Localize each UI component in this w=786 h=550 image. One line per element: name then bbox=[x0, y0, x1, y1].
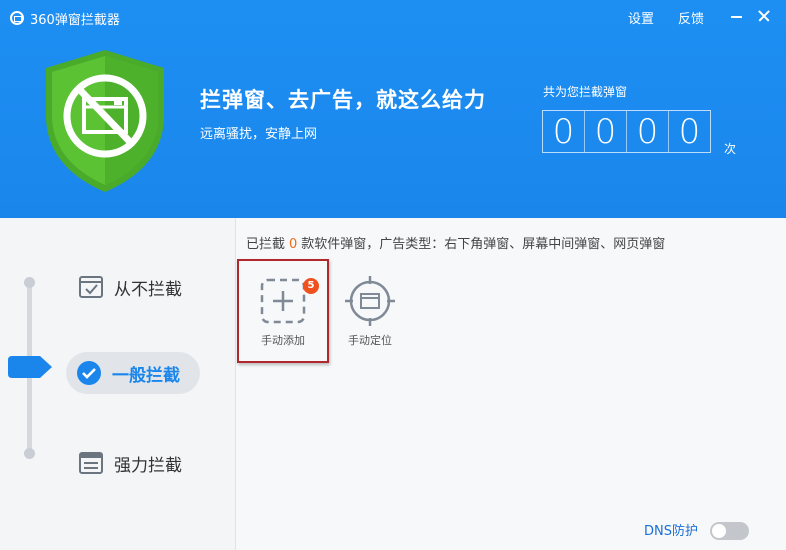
slider-pointer-icon[interactable] bbox=[8, 356, 52, 378]
main-panel: 已拦截 0 款软件弹窗，广告类型：右下角弹窗、屏幕中间弹窗、网页弹窗 5 手动添加 … bbox=[236, 218, 786, 550]
feedback-link[interactable]: 反馈 bbox=[678, 8, 704, 27]
mode-label: 强力拦截 bbox=[114, 455, 182, 476]
settings-link[interactable]: 设置 bbox=[628, 8, 654, 27]
counter-digit: 0 bbox=[627, 111, 669, 152]
mode-sidebar: 从不拦截 一般拦截 强力拦截 bbox=[0, 218, 236, 550]
block-counter: 0 0 0 0 bbox=[542, 110, 711, 153]
counter-digit: 0 bbox=[585, 111, 627, 152]
mode-strong-block[interactable]: 强力拦截 bbox=[78, 450, 182, 476]
summary-suffix: 款软件弹窗，广告类型：右下角弹窗、屏幕中间弹窗、网页弹窗 bbox=[301, 237, 666, 252]
manual-add-button[interactable]: 5 手动添加 bbox=[243, 264, 323, 354]
subline: 远离骚扰，安静上网 bbox=[200, 127, 318, 142]
counter-label: 共为您拦截弹窗 bbox=[543, 85, 628, 99]
mode-label: 一般拦截 bbox=[112, 365, 180, 386]
dashed-plus-icon bbox=[260, 278, 306, 324]
counter-digit: 0 bbox=[678, 111, 701, 152]
notification-badge: 5 bbox=[303, 278, 319, 294]
tool-label: 手动定位 bbox=[348, 334, 392, 347]
slider-dot bbox=[24, 277, 35, 288]
shield-icon bbox=[46, 50, 164, 192]
summary-prefix: 已拦截 bbox=[246, 237, 286, 252]
check-circle-icon bbox=[77, 361, 101, 385]
block-summary: 已拦截 0 款软件弹窗，广告类型：右下角弹窗、屏幕中间弹窗、网页弹窗 bbox=[246, 233, 665, 252]
mode-label: 从不拦截 bbox=[114, 279, 182, 300]
slider-dot bbox=[24, 448, 35, 459]
counter-digit: 0 bbox=[543, 111, 585, 152]
headline: 拦弹窗、去广告，就这么给力 bbox=[200, 88, 486, 112]
minimize-icon[interactable] bbox=[724, 4, 748, 28]
app-title: 360弹窗拦截器 bbox=[30, 13, 120, 28]
mode-never-block[interactable]: 从不拦截 bbox=[78, 274, 182, 300]
layers-window-icon bbox=[79, 452, 103, 474]
blocked-count: 0 bbox=[289, 237, 298, 252]
header-banner: 360弹窗拦截器 设置 反馈 拦弹窗、去广告，就这么给力 远离骚扰，安静上网 共… bbox=[0, 0, 786, 218]
app-logo-icon bbox=[10, 11, 24, 25]
checkbox-window-icon bbox=[79, 276, 103, 298]
crosshair-window-icon bbox=[345, 276, 395, 326]
counter-unit: 次 bbox=[724, 142, 737, 156]
manual-locate-button[interactable]: 手动定位 bbox=[330, 264, 410, 354]
dns-protection-label: DNS防护 bbox=[644, 524, 698, 539]
mode-normal-block[interactable]: 一般拦截 bbox=[66, 352, 200, 394]
close-icon[interactable] bbox=[752, 4, 776, 28]
dns-protection-toggle[interactable] bbox=[710, 522, 749, 540]
tool-label: 手动添加 bbox=[261, 334, 305, 347]
